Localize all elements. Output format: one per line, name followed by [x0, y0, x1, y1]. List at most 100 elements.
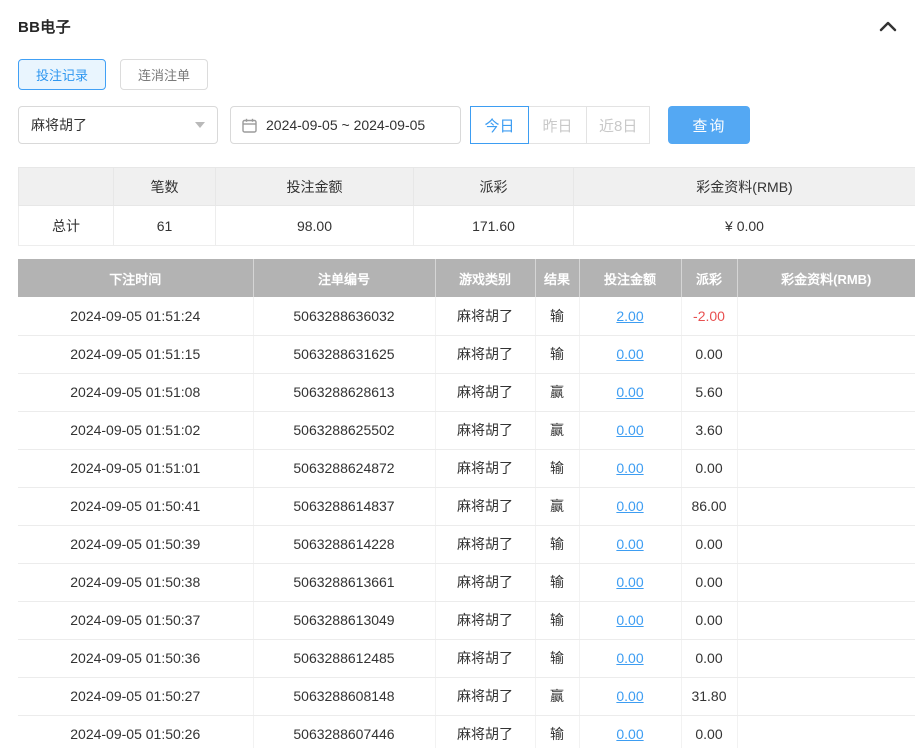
bet-time-cell: 2024-09-05 01:51:08: [18, 373, 254, 412]
bet-amount-link[interactable]: 0.00: [616, 574, 643, 590]
game-type-cell: 麻将胡了: [435, 335, 536, 374]
bet-amount-link[interactable]: 0.00: [616, 422, 643, 438]
table-row: 2024-09-05 01:51:02 5063288625502 麻将胡了赢 0.0…: [18, 411, 915, 450]
bet-amount-link[interactable]: 0.00: [616, 726, 643, 742]
filter-bar: 麻将胡了 2024-09-05 ~ 2024-09-05 今日 昨日 近8日 查…: [18, 106, 915, 144]
bonus-cell: [737, 715, 915, 748]
bonus-cell: [737, 563, 915, 602]
quick-button-yesterday[interactable]: 昨日: [528, 106, 587, 144]
bet-table-header-row: 下注时间 注单编号 游戏类别 结果 投注金额 派彩 彩金资料(RMB): [18, 259, 915, 297]
summary-table: 笔数 投注金额 派彩 彩金资料(RMB) 总计 61 98.00 171.60 …: [18, 167, 915, 246]
bonus-cell: [737, 411, 915, 450]
order-id-cell: 5063288624872: [253, 449, 436, 488]
payout-cell: 0.00: [681, 715, 738, 748]
result-cell: 赢: [535, 411, 580, 450]
payout-cell: 86.00: [681, 487, 738, 526]
game-type-cell: 麻将胡了: [435, 373, 536, 412]
game-type-cell: 麻将胡了: [435, 411, 536, 450]
calendar-icon: [242, 118, 257, 133]
bonus-cell: [737, 487, 915, 526]
bet-amount-link[interactable]: 2.00: [616, 308, 643, 324]
game-select[interactable]: 麻将胡了: [18, 106, 218, 144]
order-id-cell: 5063288614837: [253, 487, 436, 526]
bet-table-body: 2024-09-05 01:51:24 5063288636032 麻将胡了输 2.0…: [18, 297, 915, 748]
game-type-cell: 麻将胡了: [435, 297, 536, 336]
order-id-cell: 5063288628613: [253, 373, 436, 412]
bet-amount-link[interactable]: 0.00: [616, 536, 643, 552]
collapse-button[interactable]: [877, 18, 899, 34]
tab-cascading-orders[interactable]: 连消注单: [120, 59, 209, 90]
table-row: 2024-09-05 01:50:36 5063288612485 麻将胡了输 0.0…: [18, 639, 915, 678]
game-type-cell: 麻将胡了: [435, 525, 536, 564]
order-id-cell: 5063288607446: [253, 715, 436, 748]
bet-amount-link[interactable]: 0.00: [616, 384, 643, 400]
table-row: 2024-09-05 01:50:38 5063288613661 麻将胡了输 0.0…: [18, 563, 915, 602]
bet-amount-cell: 0.00: [579, 373, 682, 412]
table-row: 2024-09-05 01:51:08 5063288628613 麻将胡了赢 0.0…: [18, 373, 915, 412]
bonus-cell: [737, 677, 915, 716]
bet-amount-cell: 0.00: [579, 449, 682, 488]
result-cell: 输: [535, 639, 580, 678]
bonus-cell: [737, 373, 915, 412]
bet-amount-link[interactable]: 0.00: [616, 612, 643, 628]
bet-amount-cell: 0.00: [579, 563, 682, 602]
bet-amount-cell: 0.00: [579, 639, 682, 678]
header-game-type: 游戏类别: [435, 259, 536, 297]
date-range-input[interactable]: 2024-09-05 ~ 2024-09-05: [230, 106, 461, 144]
result-cell: 赢: [535, 487, 580, 526]
bet-amount-link[interactable]: 0.00: [616, 498, 643, 514]
order-id-cell: 5063288625502: [253, 411, 436, 450]
order-id-cell: 5063288612485: [253, 639, 436, 678]
bet-amount-link[interactable]: 0.00: [616, 650, 643, 666]
page-title: BB电子: [18, 18, 71, 36]
panel-header: BB电子: [18, 14, 915, 38]
bet-time-cell: 2024-09-05 01:50:36: [18, 639, 254, 678]
summary-header-row: 笔数 投注金额 派彩 彩金资料(RMB): [18, 167, 915, 206]
bet-time-cell: 2024-09-05 01:51:15: [18, 335, 254, 374]
chevron-down-icon: [195, 122, 205, 128]
payout-cell: 0.00: [681, 563, 738, 602]
payout-cell: 0.00: [681, 335, 738, 374]
table-row: 2024-09-05 01:51:15 5063288631625 麻将胡了输 0.0…: [18, 335, 915, 374]
game-type-cell: 麻将胡了: [435, 715, 536, 748]
tab-bet-records[interactable]: 投注记录: [18, 59, 107, 90]
summary-total-bet-amount: 98.00: [215, 205, 414, 246]
bet-time-cell: 2024-09-05 01:50:39: [18, 525, 254, 564]
quick-date-buttons: 今日 昨日 近8日: [470, 106, 651, 144]
payout-cell: 0.00: [681, 525, 738, 564]
bet-amount-cell: 0.00: [579, 411, 682, 450]
payout-cell: -2.00: [681, 297, 738, 336]
bet-record-panel: BB电子 投注记录 连消注单 麻将胡了 2024-09-05 ~ 2024-09…: [0, 0, 915, 748]
quick-button-today[interactable]: 今日: [470, 106, 529, 144]
bonus-cell: [737, 639, 915, 678]
bet-amount-link[interactable]: 0.00: [616, 346, 643, 362]
summary-header-payout: 派彩: [413, 167, 574, 206]
bet-amount-link[interactable]: 0.00: [616, 460, 643, 476]
table-row: 2024-09-05 01:51:24 5063288636032 麻将胡了输 2.0…: [18, 297, 915, 336]
bet-amount-cell: 0.00: [579, 715, 682, 748]
bonus-cell: [737, 601, 915, 640]
date-range-value: 2024-09-05 ~ 2024-09-05: [266, 117, 426, 133]
bet-records-table: 下注时间 注单编号 游戏类别 结果 投注金额 派彩 彩金资料(RMB) 2024…: [18, 259, 915, 748]
game-type-cell: 麻将胡了: [435, 563, 536, 602]
order-id-cell: 5063288613049: [253, 601, 436, 640]
quick-button-last8days[interactable]: 近8日: [586, 106, 651, 144]
game-select-value: 麻将胡了: [31, 117, 87, 133]
summary-total-count: 61: [113, 205, 216, 246]
bet-time-cell: 2024-09-05 01:51:01: [18, 449, 254, 488]
bet-time-cell: 2024-09-05 01:51:24: [18, 297, 254, 336]
bet-time-cell: 2024-09-05 01:50:27: [18, 677, 254, 716]
result-cell: 赢: [535, 373, 580, 412]
bonus-cell: [737, 297, 915, 336]
bet-time-cell: 2024-09-05 01:51:02: [18, 411, 254, 450]
result-cell: 输: [535, 449, 580, 488]
order-id-cell: 5063288608148: [253, 677, 436, 716]
bet-time-cell: 2024-09-05 01:50:26: [18, 715, 254, 748]
search-button[interactable]: 查询: [668, 106, 751, 144]
order-id-cell: 5063288613661: [253, 563, 436, 602]
bet-amount-cell: 0.00: [579, 525, 682, 564]
bet-amount-link[interactable]: 0.00: [616, 688, 643, 704]
summary-total-label: 总计: [18, 205, 114, 246]
game-type-cell: 麻将胡了: [435, 677, 536, 716]
summary-header-bonus: 彩金资料(RMB): [573, 167, 915, 206]
